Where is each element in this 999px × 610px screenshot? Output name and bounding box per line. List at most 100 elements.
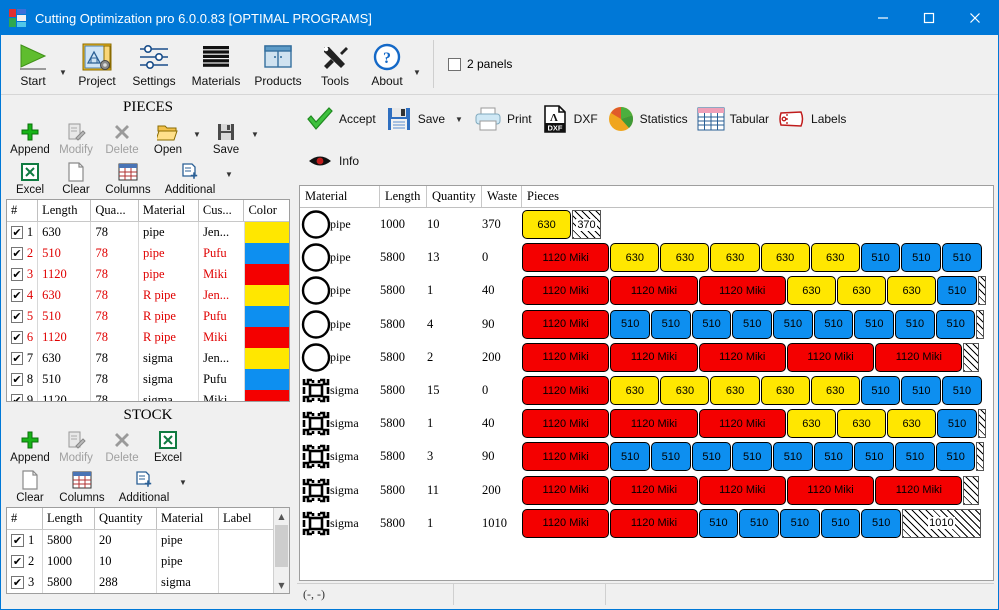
- results-col-pieces[interactable]: Pieces: [522, 186, 993, 207]
- cut-piece[interactable]: 510: [779, 508, 820, 538]
- results-row[interactable]: sigma 5800 15 0 1120 Miki 630 630 630 630 630 510 5…: [300, 374, 993, 407]
- stock-grid-scrollbar[interactable]: ▲ ▼: [273, 508, 289, 593]
- cut-piece[interactable]: 510: [610, 442, 650, 472]
- pieces-save-button[interactable]: Save: [203, 118, 249, 156]
- row-checkbox[interactable]: ✔: [11, 226, 23, 239]
- start-button[interactable]: Start: [7, 37, 59, 88]
- results-col-quantity[interactable]: Quantity: [427, 186, 482, 207]
- cut-piece[interactable]: 510: [773, 309, 813, 339]
- cut-piece[interactable]: 630: [660, 376, 710, 406]
- save-results-button[interactable]: Save: [380, 100, 449, 138]
- save-results-dropdown-arrow[interactable]: ▼: [449, 115, 469, 124]
- cut-piece[interactable]: 510: [901, 376, 942, 406]
- cut-piece[interactable]: 1120 Miki: [522, 309, 610, 339]
- cut-piece[interactable]: 510: [691, 442, 732, 472]
- row-checkbox[interactable]: ✔: [11, 247, 23, 260]
- cut-piece[interactable]: 630: [887, 276, 937, 306]
- cut-piece[interactable]: 630: [610, 376, 660, 406]
- maximize-button[interactable]: [906, 1, 952, 35]
- pieces-clear-button[interactable]: Clear: [53, 158, 99, 196]
- cut-piece[interactable]: 510: [861, 508, 902, 538]
- cut-piece[interactable]: 630: [786, 276, 836, 306]
- stock-excel-button[interactable]: Excel: [145, 426, 191, 464]
- cut-piece[interactable]: 1120 Miki: [875, 475, 963, 505]
- cut-piece[interactable]: 510: [732, 442, 773, 472]
- cut-piece[interactable]: 1120 Miki: [786, 342, 875, 372]
- table-row[interactable]: ✔ 1 5800 20 pipe: [7, 530, 289, 551]
- results-row[interactable]: pipe 5800 1 40 1120 Miki 1120 Miki 1120 Miki 63…: [300, 274, 993, 307]
- cut-piece[interactable]: 1120 Miki: [698, 276, 786, 306]
- stock-append-button[interactable]: Append: [7, 426, 53, 464]
- stock-additional-dropdown-arrow[interactable]: ▼: [177, 478, 189, 487]
- cut-piece[interactable]: 1120 Miki: [786, 475, 875, 505]
- cut-piece[interactable]: 630: [710, 243, 760, 273]
- results-row[interactable]: sigma 5800 3 90 1120 Miki 510 510 510 510 510 510 5…: [300, 440, 993, 473]
- tools-button[interactable]: Tools: [309, 37, 361, 88]
- statistics-button[interactable]: Statistics: [602, 100, 692, 138]
- cut-piece[interactable]: 630: [836, 409, 887, 439]
- stock-col-num[interactable]: #: [7, 508, 43, 529]
- pieces-excel-button[interactable]: Excel: [7, 158, 53, 196]
- info-button[interactable]: Info: [301, 142, 363, 180]
- pieces-additional-dropdown-arrow[interactable]: ▼: [223, 170, 235, 179]
- pieces-open-button[interactable]: Open: [145, 118, 191, 156]
- cut-piece[interactable]: 510: [937, 409, 977, 439]
- cut-piece[interactable]: 1120 Miki: [522, 442, 610, 472]
- scroll-down-icon[interactable]: ▼: [274, 577, 289, 593]
- stock-col-length[interactable]: Length: [43, 508, 95, 529]
- print-button[interactable]: Print: [469, 100, 536, 138]
- cut-piece[interactable]: 630: [836, 276, 887, 306]
- stock-delete-button[interactable]: Delete: [99, 426, 145, 464]
- cut-piece[interactable]: 510: [650, 309, 691, 339]
- tabular-button[interactable]: Tabular: [692, 100, 773, 138]
- cut-piece[interactable]: 510: [854, 442, 895, 472]
- table-row[interactable]: ✔ 3 5800 288 sigma: [7, 572, 289, 593]
- cut-piece[interactable]: 630: [760, 243, 810, 273]
- cut-piece[interactable]: 630: [610, 243, 660, 273]
- cut-piece[interactable]: 510: [937, 276, 977, 306]
- cut-piece[interactable]: 510: [773, 442, 813, 472]
- pieces-append-button[interactable]: Append: [7, 118, 53, 156]
- results-row[interactable]: pipe 1000 10 370 630 370: [300, 208, 993, 241]
- cut-piece[interactable]: 630: [786, 409, 836, 439]
- pieces-col-customer[interactable]: Cus...: [199, 200, 245, 221]
- cut-piece[interactable]: 510: [942, 243, 982, 273]
- results-row[interactable]: pipe 5800 13 0 1120 Miki 630 630 630 630 630 510 51…: [300, 241, 993, 274]
- results-row[interactable]: sigma 5800 1 40 1120 Miki 1120 Miki 1120 Miki 6…: [300, 407, 993, 440]
- cut-piece[interactable]: 1120 Miki: [522, 376, 610, 406]
- results-row[interactable]: pipe 5800 2 200 1120 Miki 1120 Miki 1120 Miki 1…: [300, 341, 993, 374]
- accept-button[interactable]: Accept: [301, 100, 380, 138]
- stock-col-quantity[interactable]: Quantity: [95, 508, 157, 529]
- project-button[interactable]: Project: [71, 37, 123, 88]
- pieces-columns-button[interactable]: Columns: [99, 158, 157, 196]
- cut-piece[interactable]: 1120 Miki: [610, 475, 698, 505]
- cut-piece[interactable]: 1120 Miki: [522, 243, 610, 273]
- table-row[interactable]: ✔ 8 510 78 sigma Pufu: [7, 369, 289, 390]
- stock-grid[interactable]: # Length Quantity Material Label ✔ 1 5800 2…: [6, 507, 290, 594]
- pieces-col-quantity[interactable]: Qua...: [91, 200, 139, 221]
- cut-piece[interactable]: 510: [732, 309, 773, 339]
- stock-col-material[interactable]: Material: [157, 508, 219, 529]
- pieces-open-dropdown-arrow[interactable]: ▼: [191, 130, 203, 139]
- cut-piece[interactable]: 510: [901, 243, 942, 273]
- scroll-up-icon[interactable]: ▲: [274, 508, 289, 524]
- stock-modify-button[interactable]: Modify: [53, 426, 99, 464]
- cut-piece[interactable]: 510: [942, 376, 982, 406]
- cut-piece[interactable]: 1120 Miki: [522, 276, 610, 306]
- start-dropdown-arrow[interactable]: ▼: [59, 68, 71, 77]
- results-col-waste[interactable]: Waste: [482, 186, 522, 207]
- cut-piece[interactable]: 630: [660, 243, 710, 273]
- row-checkbox[interactable]: ✔: [11, 331, 23, 344]
- labels-button[interactable]: Labels: [773, 100, 850, 138]
- cut-piece[interactable]: 630: [760, 376, 810, 406]
- results-col-length[interactable]: Length: [380, 186, 427, 207]
- cut-piece[interactable]: 510: [698, 508, 739, 538]
- pieces-additional-button[interactable]: Additional: [157, 158, 223, 196]
- row-checkbox[interactable]: ✔: [11, 555, 24, 568]
- scrollbar-thumb[interactable]: [275, 525, 288, 567]
- pieces-delete-button[interactable]: Delete: [99, 118, 145, 156]
- table-row[interactable]: ✔ 3 1120 78 pipe Miki: [7, 264, 289, 285]
- cut-piece[interactable]: 1120 Miki: [522, 508, 610, 538]
- minimize-button[interactable]: [860, 1, 906, 35]
- table-row[interactable]: ✔ 9 1120 78 sigma Miki: [7, 390, 289, 401]
